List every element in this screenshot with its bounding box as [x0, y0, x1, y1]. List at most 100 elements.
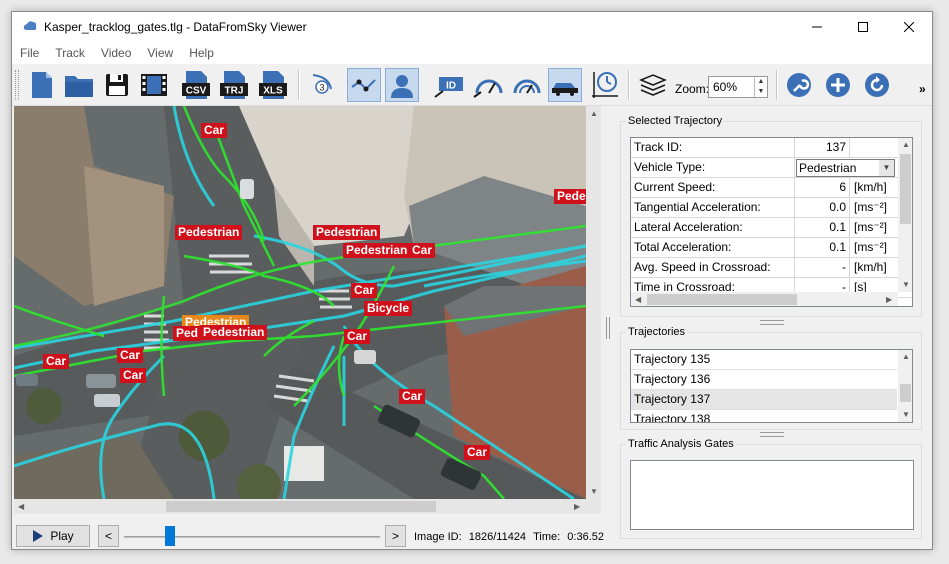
list-item[interactable]: Trajectory 137: [631, 390, 897, 410]
toolbar-grip[interactable]: [15, 70, 19, 100]
scroll-down-arrow[interactable]: ▼: [902, 280, 910, 289]
menu-video[interactable]: Video: [93, 46, 139, 60]
show-vehicle-button[interactable]: [548, 68, 582, 102]
gates-list[interactable]: [630, 460, 914, 530]
scroll-right-arrow[interactable]: ▶: [886, 295, 892, 304]
video-button[interactable]: [137, 68, 171, 102]
table-row: Avg. Speed in Crossroad: - [km/h]: [631, 258, 912, 278]
panel-splitter-handle[interactable]: [760, 432, 784, 437]
table-horizontal-scrollbar[interactable]: ◀ ▶: [631, 292, 898, 306]
menu-view[interactable]: View: [139, 46, 181, 60]
video-vertical-scrollbar[interactable]: ▲ ▼: [586, 106, 601, 499]
step-button[interactable]: 3: [306, 68, 340, 102]
show-time-button[interactable]: [588, 68, 622, 102]
property-value[interactable]: 137: [796, 138, 850, 158]
property-value[interactable]: 0.0: [796, 198, 850, 218]
object-label[interactable]: Car: [120, 368, 147, 383]
video-view[interactable]: Car Pedestrian Pedestrian Pedestrian Car Pede…: [14, 106, 586, 499]
new-file-button[interactable]: [25, 68, 59, 102]
export-xls-button[interactable]: XLS: [256, 68, 290, 102]
show-speed-button[interactable]: [472, 68, 506, 102]
app-icon: [23, 21, 37, 30]
list-scroll-thumb[interactable]: [900, 384, 911, 402]
user-objects-toggle-button[interactable]: [385, 68, 419, 102]
close-button[interactable]: [886, 12, 932, 42]
scroll-up-arrow[interactable]: ▲: [902, 352, 910, 361]
maximize-button[interactable]: [840, 12, 886, 42]
previous-frame-button[interactable]: <: [98, 525, 119, 547]
zoom-spinbox[interactable]: 60% ▲ ▼: [708, 76, 768, 98]
property-unit: [ms⁻²]: [854, 220, 887, 234]
property-name: Lateral Acceleration:: [631, 218, 795, 238]
scroll-right-arrow[interactable]: ▶: [574, 502, 580, 511]
add-button[interactable]: [821, 68, 855, 102]
property-name: Tangential Acceleration:: [631, 198, 795, 218]
list-item[interactable]: Trajectory 135: [631, 350, 897, 370]
show-id-button[interactable]: ID: [433, 68, 467, 102]
scroll-up-arrow[interactable]: ▲: [902, 140, 910, 149]
plus-circle-icon: [826, 73, 850, 97]
save-button[interactable]: [100, 68, 134, 102]
play-button[interactable]: Play: [16, 525, 90, 547]
property-value[interactable]: 0.1: [796, 218, 850, 238]
menu-help[interactable]: Help: [181, 46, 222, 60]
trajectory-toggle-button[interactable]: [347, 68, 381, 102]
scroll-up-arrow[interactable]: ▲: [590, 109, 598, 118]
scroll-left-arrow[interactable]: ◀: [18, 502, 24, 511]
object-label[interactable]: Car: [399, 389, 426, 404]
video-horizontal-scrollbar[interactable]: ◀ ▶: [14, 499, 586, 514]
object-label[interactable]: Car: [117, 348, 144, 363]
horizontal-scroll-thumb[interactable]: [166, 501, 436, 512]
playback-slider-track[interactable]: [124, 536, 380, 538]
object-label[interactable]: Car: [409, 243, 436, 258]
export-trj-button[interactable]: TRJ: [217, 68, 251, 102]
object-label[interactable]: Car: [464, 445, 491, 460]
playback-slider-thumb[interactable]: [165, 526, 175, 546]
scroll-left-arrow[interactable]: ◀: [635, 295, 641, 304]
object-label[interactable]: Car: [201, 123, 228, 138]
toolbar-overflow-button[interactable]: »: [919, 82, 926, 96]
refresh-button[interactable]: [860, 68, 894, 102]
object-label[interactable]: Pede: [554, 189, 586, 204]
property-value[interactable]: 0.1: [796, 238, 850, 258]
menu-track[interactable]: Track: [47, 46, 93, 60]
zoom-spin-buttons[interactable]: ▲ ▼: [754, 77, 767, 97]
minimize-button[interactable]: [794, 12, 840, 42]
list-item[interactable]: Trajectory 138: [631, 410, 897, 422]
scroll-down-arrow[interactable]: ▼: [902, 410, 910, 419]
settings-button[interactable]: [782, 68, 816, 102]
export-csv-button[interactable]: CSV: [179, 68, 213, 102]
list-item[interactable]: Trajectory 136: [631, 370, 897, 390]
object-label[interactable]: Pedestrian: [313, 225, 381, 240]
object-label[interactable]: Car: [351, 283, 378, 298]
vertical-splitter[interactable]: [606, 317, 610, 339]
scroll-down-arrow[interactable]: ▼: [590, 487, 598, 496]
open-folder-button[interactable]: [62, 68, 96, 102]
object-label[interactable]: Pedestrian: [200, 325, 268, 340]
maximize-icon: [858, 22, 868, 32]
folder-icon: [65, 76, 93, 97]
layers-icon: [639, 74, 667, 96]
list-vertical-scrollbar[interactable]: ▲ ▼: [898, 350, 912, 422]
vehicle-type-combo[interactable]: Pedestrian ▼: [796, 159, 895, 177]
object-label[interactable]: Ped: [173, 326, 202, 341]
object-label[interactable]: Bicycle: [364, 301, 413, 316]
object-label[interactable]: Pedestrian: [175, 225, 243, 240]
trajectories-list[interactable]: Trajectory 135 Trajectory 136 Trajectory…: [630, 349, 913, 423]
panel-splitter-handle[interactable]: [760, 320, 784, 325]
table-scroll-thumb[interactable]: [900, 154, 911, 224]
object-label[interactable]: Car: [43, 354, 70, 369]
object-label[interactable]: Car: [344, 329, 371, 344]
table-vertical-scrollbar[interactable]: ▲ ▼: [898, 138, 912, 292]
menu-file[interactable]: File: [12, 46, 47, 60]
object-label[interactable]: Pedestrian: [343, 243, 411, 258]
property-value[interactable]: 6: [796, 178, 850, 198]
next-frame-button[interactable]: >: [385, 525, 406, 547]
show-acceleration-button[interactable]: [510, 68, 544, 102]
property-value[interactable]: -: [796, 258, 850, 278]
video-frame: [14, 106, 586, 499]
property-name: Vehicle Type:: [631, 158, 795, 178]
layers-button[interactable]: [636, 68, 670, 102]
chevron-down-icon[interactable]: ▼: [879, 160, 894, 176]
table-hscroll-thumb[interactable]: [647, 294, 797, 305]
